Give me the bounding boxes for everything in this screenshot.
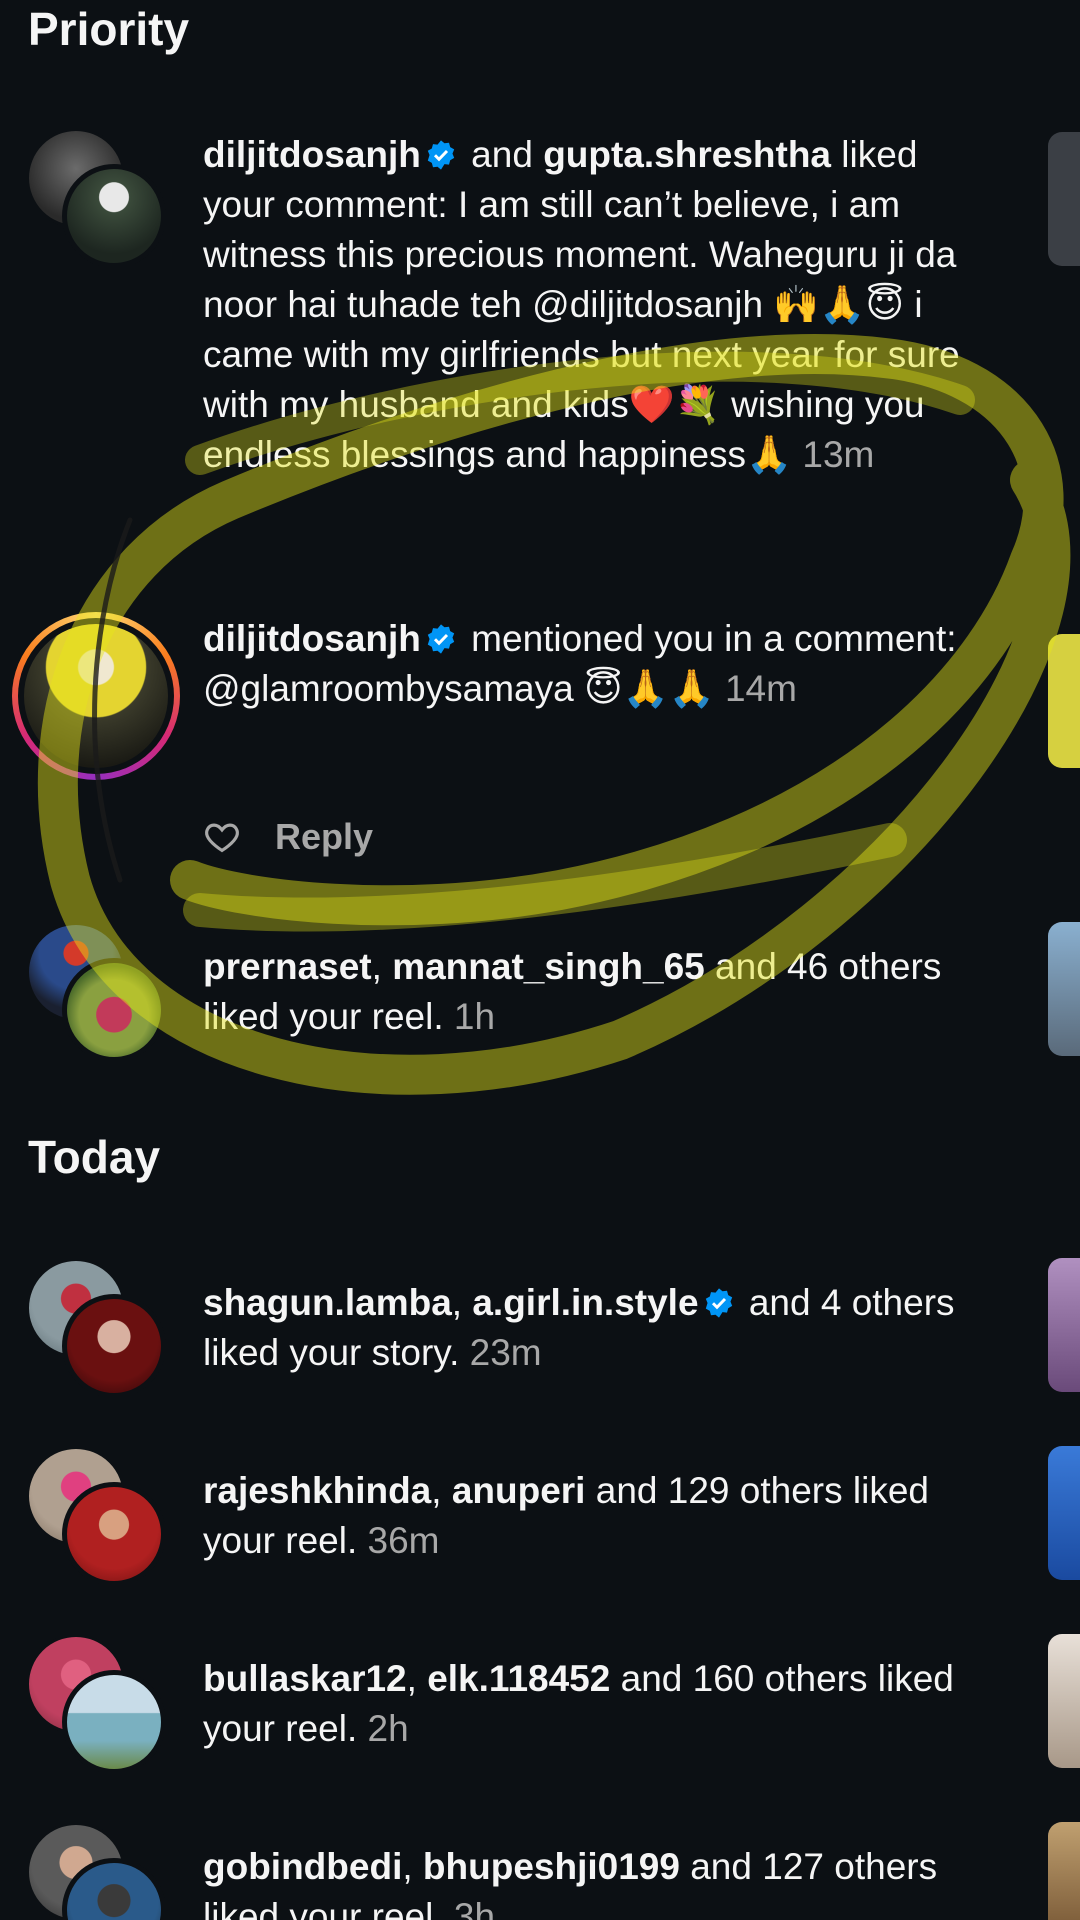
timestamp: 14m: [724, 668, 797, 709]
avatar[interactable]: [62, 1294, 166, 1398]
username[interactable]: diljitdosanjh: [203, 618, 421, 659]
username[interactable]: anuperi: [452, 1470, 586, 1511]
avatar[interactable]: [62, 958, 166, 1062]
post-thumbnail[interactable]: [1048, 922, 1080, 1056]
post-thumbnail[interactable]: [1048, 1634, 1080, 1768]
section-title-today: Today: [28, 1131, 161, 1183]
comment-actions: Reply: [203, 812, 373, 862]
avatar-stack[interactable]: [26, 1634, 166, 1774]
avatar-stack[interactable]: [26, 128, 166, 268]
notification-text[interactable]: diljitdosanjh mentioned you in a comment…: [203, 614, 983, 714]
joiner-text: and: [471, 134, 533, 175]
notification-text[interactable]: bullaskar12, elk.118452 and 160 others l…: [203, 1654, 983, 1754]
avatar-stack[interactable]: [26, 922, 166, 1062]
username[interactable]: mannat_singh_65: [392, 946, 705, 987]
section-title-priority: Priority: [28, 3, 190, 55]
username[interactable]: prernaset: [203, 946, 372, 987]
notifications-page: Priority diljitdosanjh and gupta.shresht…: [0, 0, 1080, 1920]
avatar[interactable]: [62, 1482, 166, 1586]
username[interactable]: diljitdosanjh: [203, 134, 421, 175]
avatar-stack[interactable]: [26, 1258, 166, 1398]
username[interactable]: elk.118452: [427, 1658, 610, 1699]
timestamp: 23m: [469, 1332, 542, 1373]
timestamp: 2h: [367, 1708, 409, 1749]
timestamp: 1h: [453, 996, 496, 1037]
avatar[interactable]: [62, 164, 166, 268]
heart-outline-icon[interactable]: [203, 818, 241, 856]
avatar-stack[interactable]: [26, 1446, 166, 1586]
post-thumbnail[interactable]: [1048, 1258, 1080, 1392]
reply-button[interactable]: Reply: [275, 816, 373, 858]
avatar[interactable]: [62, 1670, 166, 1774]
verified-badge-icon: [705, 1288, 732, 1318]
timestamp: 13m: [802, 434, 875, 475]
username[interactable]: bhupeshji0199: [423, 1846, 680, 1887]
avatar: [24, 624, 168, 768]
notification-text[interactable]: diljitdosanjh and gupta.shreshtha liked …: [203, 130, 983, 480]
notification-text[interactable]: shagun.lamba, a.girl.in.style and 4 othe…: [203, 1278, 983, 1378]
post-thumbnail[interactable]: [1048, 1446, 1080, 1580]
post-thumbnail[interactable]: [1048, 634, 1080, 768]
post-thumbnail[interactable]: [1048, 1822, 1080, 1920]
notification-text[interactable]: prernaset, mannat_singh_65 and 46 others…: [203, 942, 983, 1042]
notification-text[interactable]: rajeshkhinda, anuperi and 129 others lik…: [203, 1466, 983, 1566]
verified-badge-icon: [427, 140, 455, 170]
timestamp: 3h: [453, 1896, 496, 1920]
username[interactable]: shagun.lamba: [203, 1282, 452, 1323]
username[interactable]: gobindbedi: [203, 1846, 402, 1887]
verified-badge-icon: [427, 624, 455, 654]
notification-text[interactable]: gobindbedi, bhupeshji0199 and 127 others…: [203, 1842, 983, 1920]
post-thumbnail[interactable]: [1048, 132, 1080, 266]
timestamp: 36m: [367, 1520, 440, 1561]
avatar-stack[interactable]: [26, 1822, 166, 1920]
username[interactable]: rajeshkhinda: [203, 1470, 431, 1511]
notification-body: liked your comment: I am still can’t bel…: [203, 134, 960, 475]
story-ring-avatar[interactable]: [12, 612, 180, 780]
username[interactable]: gupta.shreshtha: [543, 134, 831, 175]
username[interactable]: bullaskar12: [203, 1658, 407, 1699]
username[interactable]: a.girl.in.style: [472, 1282, 698, 1323]
